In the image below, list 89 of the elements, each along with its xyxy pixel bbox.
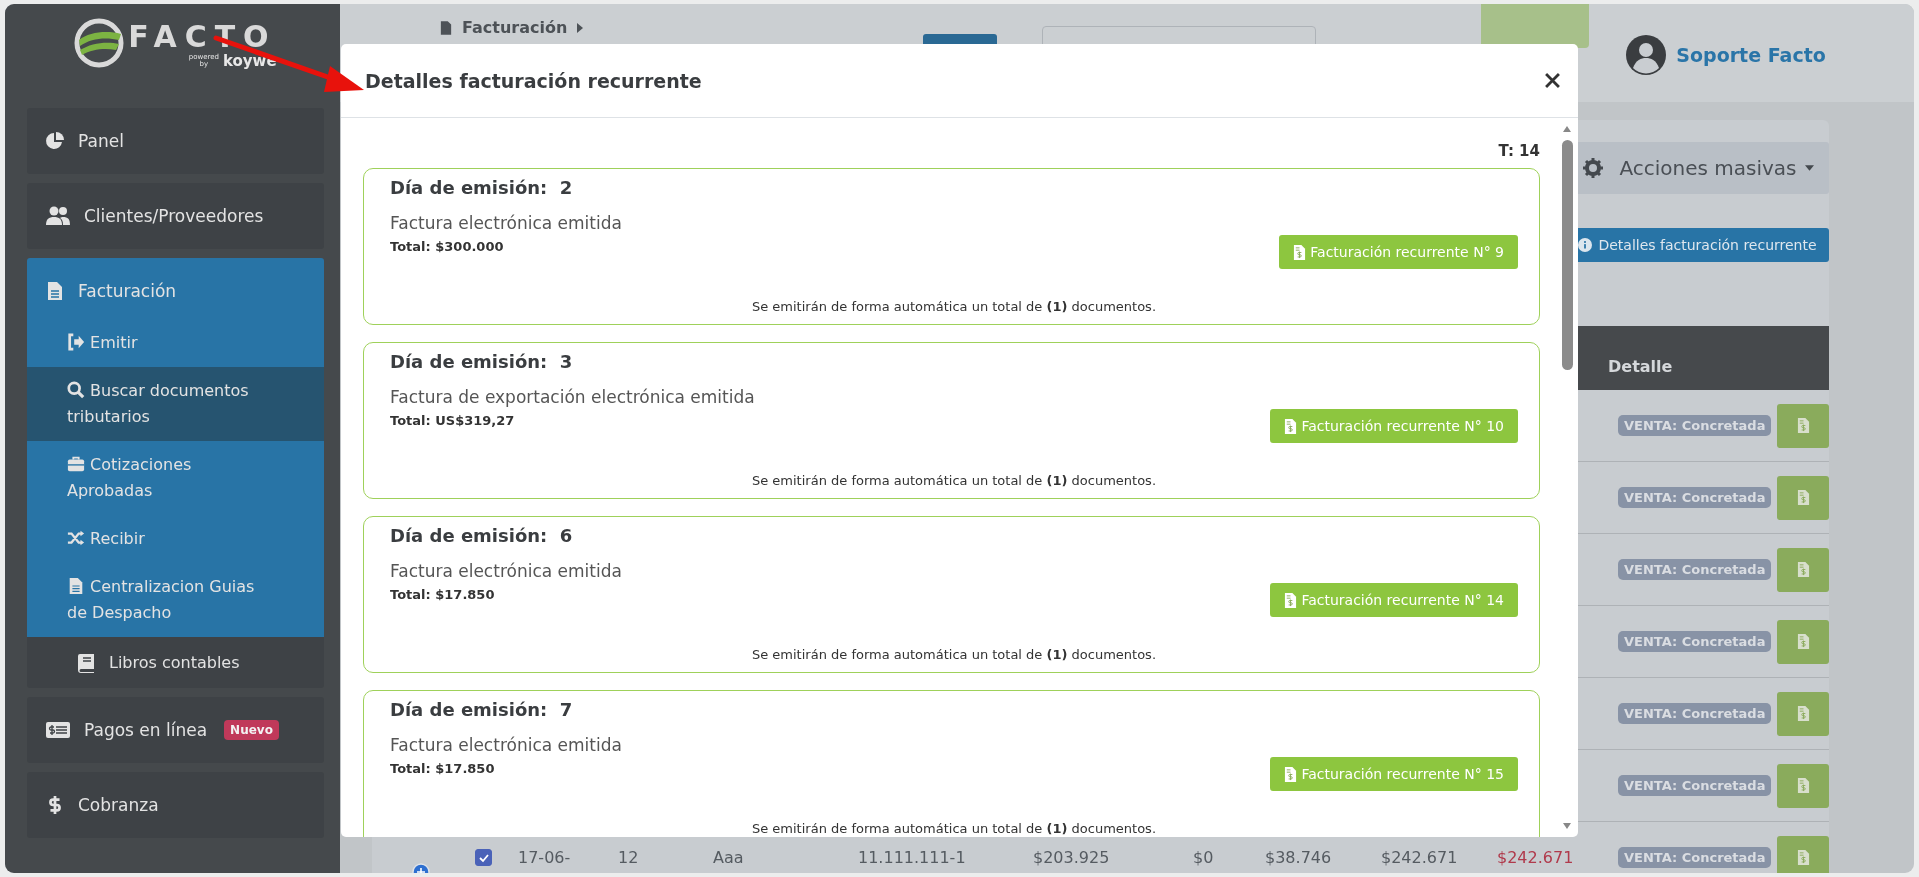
sidebar-item[interactable]: Libros contables — [27, 637, 324, 688]
user-name[interactable]: Soporte Facto — [1676, 44, 1826, 66]
column-header: Detalle — [1608, 357, 1673, 376]
invoice-button[interactable] — [1777, 763, 1830, 808]
status-badge: VENTA: Concretada — [1618, 775, 1772, 796]
emission-note: Se emitirán de forma automática un total de (1) documentos. — [750, 647, 1158, 662]
document-icon — [45, 280, 65, 301]
invoice-icon — [1796, 561, 1810, 578]
sidebar-subitem[interactable]: Cotizaciones Aprobadas — [27, 441, 324, 515]
modal-title: Detalles facturación recurrente — [365, 69, 702, 92]
table-cell-text: $242.671 — [1496, 848, 1575, 867]
swirl-logo-icon — [74, 18, 125, 68]
invoice-button[interactable] — [1777, 619, 1830, 664]
table-cell-text: $203.925 — [1032, 848, 1111, 867]
table-cell-text: 17-06- — [517, 848, 572, 867]
sidebar-item[interactable]: Facturación — [27, 258, 324, 319]
total-amount: Total: $300.000 — [390, 239, 505, 254]
sidebar-subitem[interactable]: Centralizacion Guias de Despacho — [27, 563, 324, 637]
emit-button[interactable] — [1481, 4, 1590, 48]
document-type: Factura electrónica emitida — [390, 735, 623, 755]
total-amount: Total: US$319,27 — [390, 413, 516, 428]
sidebar-item[interactable]: Cobranza — [27, 772, 324, 838]
invoice-icon — [1284, 591, 1298, 609]
invoice-icon — [1284, 765, 1298, 783]
invoice-icon — [1796, 849, 1810, 866]
caret-icon — [1804, 165, 1814, 171]
invoice-button[interactable] — [1777, 835, 1830, 873]
status-badge: VENTA: Concretada — [1618, 703, 1772, 724]
table-cell-text: 11.111.111-1 — [857, 848, 967, 867]
invoice-icon — [1796, 417, 1810, 434]
table-cell-text: Aaa — [712, 848, 745, 867]
sidebar-subitem[interactable]: Emitir — [27, 319, 324, 367]
document-type: Factura electrónica emitida — [390, 213, 623, 233]
invoice-icon — [1284, 417, 1298, 435]
status-badge: VENTA: Concretada — [1618, 415, 1772, 436]
info-icon — [1578, 238, 1593, 252]
emission-note: Se emitirán de forma automática un total de (1) documentos. — [750, 299, 1158, 314]
row-checkbox[interactable] — [475, 849, 492, 866]
status-badge: VENTA: Concretada — [1618, 559, 1772, 580]
users-icon — [45, 206, 71, 226]
sidebar-item[interactable]: Clientes/Proveedores — [27, 183, 324, 249]
invoice-button[interactable] — [1777, 475, 1830, 520]
settings-icon — [1583, 158, 1604, 178]
emission-day: Día de emisión: 3 — [390, 351, 573, 372]
document-icon — [67, 577, 85, 595]
invoice-button[interactable] — [1777, 691, 1830, 736]
logo-wordmark: FACTO — [128, 18, 277, 54]
sidebar-subitem[interactable]: Buscar documentos tributarios — [27, 367, 324, 441]
status-badge: VENTA: Concretada — [1618, 631, 1772, 652]
close-icon[interactable] — [1545, 73, 1560, 88]
total-amount: Total: $17.850 — [390, 587, 496, 602]
new-badge: Nuevo — [224, 720, 279, 740]
invoice-button[interactable] — [1777, 547, 1830, 592]
invoice-icon — [1796, 777, 1810, 794]
invoice-icon — [1293, 243, 1307, 261]
money-bill-icon — [45, 720, 71, 740]
sidebar-item[interactable]: Pagos en línea Nuevo — [27, 697, 324, 763]
document-type: Factura de exportación electrónica emitida — [390, 387, 756, 407]
caret-icon — [577, 22, 584, 33]
invoice-icon — [1796, 489, 1810, 506]
status-badge: VENTA: Concretada — [1618, 847, 1772, 868]
emission-day: Día de emisión: 7 — [390, 699, 573, 720]
status-badge: VENTA: Concretada — [1618, 487, 1772, 508]
invoice-icon — [1796, 705, 1810, 722]
table-cell-text: 12 — [617, 848, 640, 867]
table-cell-text: $0 — [1192, 848, 1215, 867]
total-amount: Total: $17.850 — [390, 761, 496, 776]
book-icon — [76, 652, 96, 673]
search-icon — [67, 381, 85, 399]
emission-note: Se emitirán de forma automática un total de (1) documentos. — [750, 821, 1158, 836]
total-count: T: 14 — [1497, 141, 1540, 162]
pie-chart-icon — [45, 131, 65, 151]
table-cell-text: $38.746 — [1264, 848, 1333, 867]
sidebar-group[interactable]: Facturación Emitir Buscar documentos tributarios Cotizaciones Aprobadas Recibir Centralizacion Guias de Despacho — [27, 258, 324, 637]
sidebar-item[interactable]: Panel — [27, 108, 324, 174]
invoice-icon — [1796, 633, 1810, 650]
invoice-button[interactable] — [1777, 403, 1830, 448]
emission-day: Día de emisión: 6 — [390, 525, 573, 546]
document-type: Factura electrónica emitida — [390, 561, 623, 581]
document-icon — [440, 19, 452, 36]
avatar-icon[interactable] — [1626, 35, 1667, 75]
briefcase-icon — [67, 455, 85, 473]
sidebar-subitem[interactable]: Recibir — [27, 515, 324, 563]
sign-out-icon — [67, 333, 85, 351]
breadcrumb-link[interactable]: Facturación — [462, 18, 568, 37]
emission-day: Día de emisión: 2 — [390, 177, 573, 198]
table-cell-text: $242.671 — [1380, 848, 1459, 867]
emission-note: Se emitirán de forma automática un total de (1) documentos. — [750, 473, 1158, 488]
shuffle-icon — [67, 529, 85, 547]
